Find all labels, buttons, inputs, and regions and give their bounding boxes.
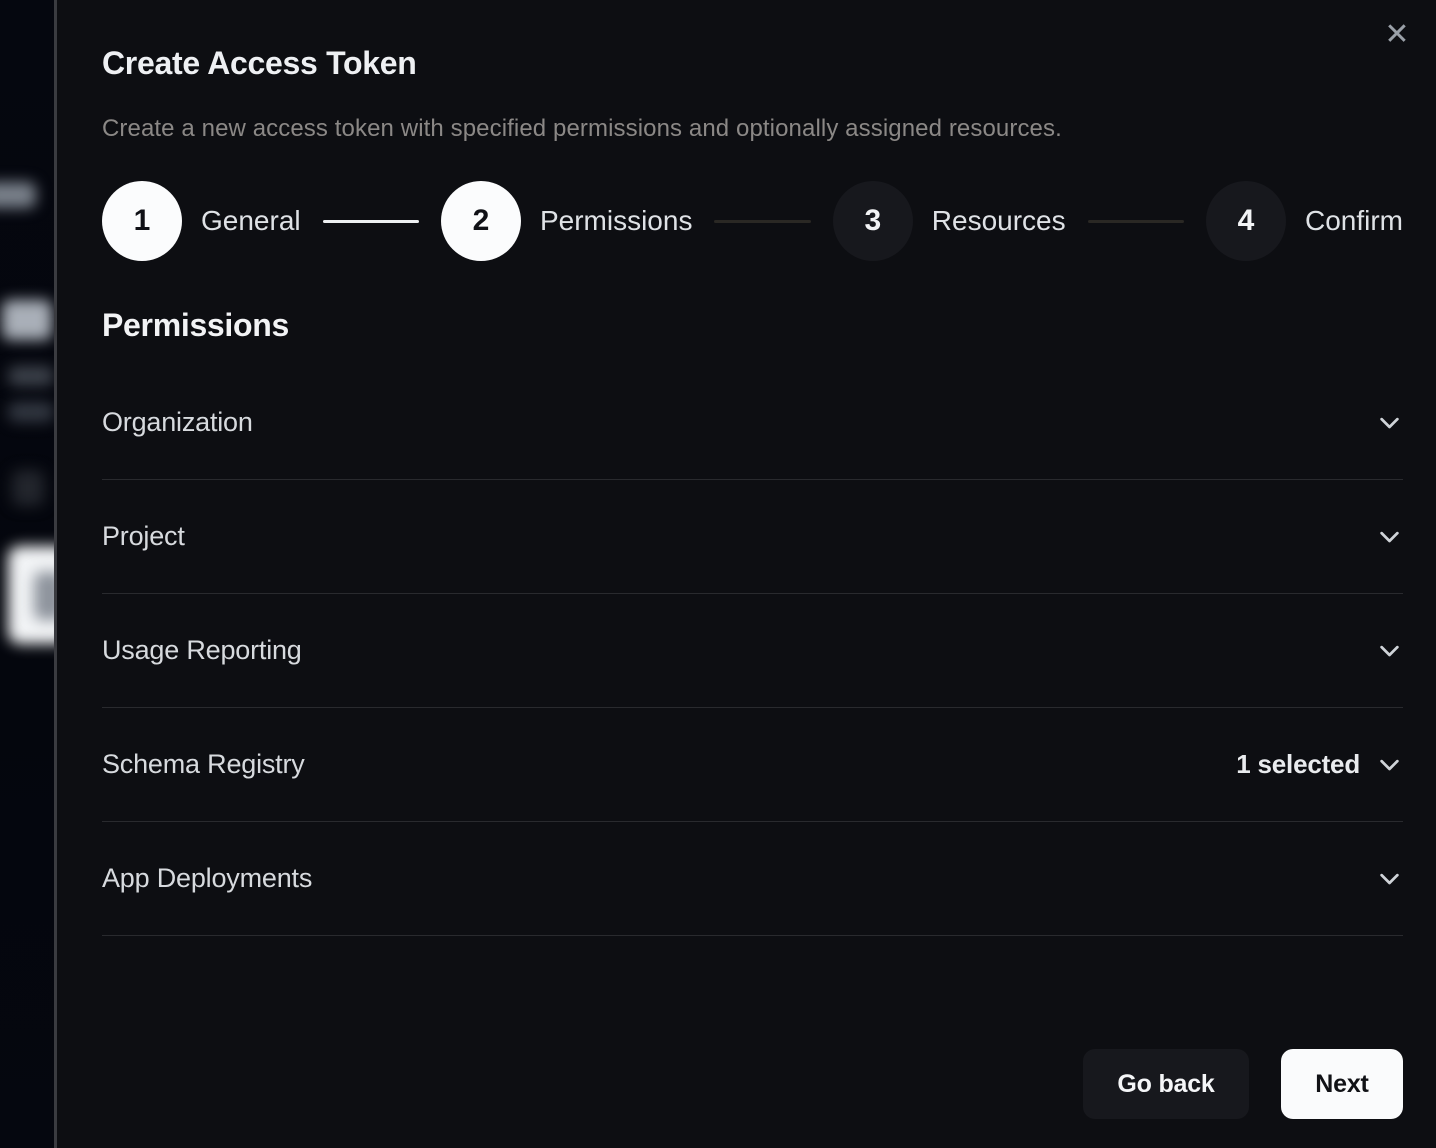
- step-resources[interactable]: 3 Resources: [833, 181, 1066, 261]
- group-label: Organization: [102, 407, 253, 438]
- step-label: Permissions: [540, 205, 692, 237]
- accordion-usage-reporting[interactable]: Usage Reporting: [102, 594, 1403, 708]
- next-button[interactable]: Next: [1281, 1049, 1403, 1119]
- step-permissions[interactable]: 2 Permissions: [441, 181, 692, 261]
- chevron-down-icon: [1376, 523, 1403, 550]
- step-number-badge: 2: [441, 181, 521, 261]
- blurred-heading: [2, 300, 52, 340]
- step-confirm[interactable]: 4 Confirm: [1206, 181, 1403, 261]
- blurred-icon: [12, 470, 44, 506]
- step-number-badge: 1: [102, 181, 182, 261]
- selection-count: 1 selected: [1236, 749, 1360, 780]
- group-label: Usage Reporting: [102, 635, 302, 666]
- step-number-badge: 3: [833, 181, 913, 261]
- modal-subtitle: Create a new access token with specified…: [102, 115, 1403, 143]
- blurred-text-line: [8, 366, 54, 386]
- permissions-heading: Permissions: [102, 307, 1403, 344]
- step-connector: [714, 220, 810, 223]
- accordion-project[interactable]: Project: [102, 480, 1403, 594]
- permission-groups: Organization Project Usage Reporting: [102, 366, 1403, 936]
- chevron-down-icon: [1376, 751, 1403, 778]
- accordion-app-deployments[interactable]: App Deployments: [102, 822, 1403, 936]
- chevron-down-icon: [1376, 637, 1403, 664]
- background-page: [0, 0, 54, 1148]
- step-general[interactable]: 1 General: [102, 181, 301, 261]
- step-connector: [1088, 220, 1184, 223]
- group-label: Project: [102, 521, 185, 552]
- group-label: App Deployments: [102, 863, 312, 894]
- blurred-card-detail: [34, 572, 54, 620]
- blurred-text-line: [8, 402, 54, 422]
- modal-footer: Go back Next: [1083, 1049, 1403, 1119]
- step-label: Resources: [932, 205, 1066, 237]
- step-connector: [323, 220, 419, 223]
- go-back-button[interactable]: Go back: [1083, 1049, 1249, 1119]
- chevron-down-icon: [1376, 865, 1403, 892]
- step-label: General: [201, 205, 301, 237]
- wizard-stepper: 1 General 2 Permissions 3 Resources 4 Co…: [102, 181, 1403, 261]
- accordion-schema-registry[interactable]: Schema Registry 1 selected: [102, 708, 1403, 822]
- modal-title: Create Access Token: [102, 45, 1403, 82]
- step-number-badge: 4: [1206, 181, 1286, 261]
- group-label: Schema Registry: [102, 749, 305, 780]
- accordion-organization[interactable]: Organization: [102, 366, 1403, 480]
- step-label: Confirm: [1305, 205, 1403, 237]
- blurred-nav-item: [0, 182, 36, 208]
- close-icon[interactable]: ✕: [1380, 18, 1414, 52]
- create-access-token-modal: ✕ Create Access Token Create a new acces…: [54, 0, 1436, 1148]
- chevron-down-icon: [1376, 409, 1403, 436]
